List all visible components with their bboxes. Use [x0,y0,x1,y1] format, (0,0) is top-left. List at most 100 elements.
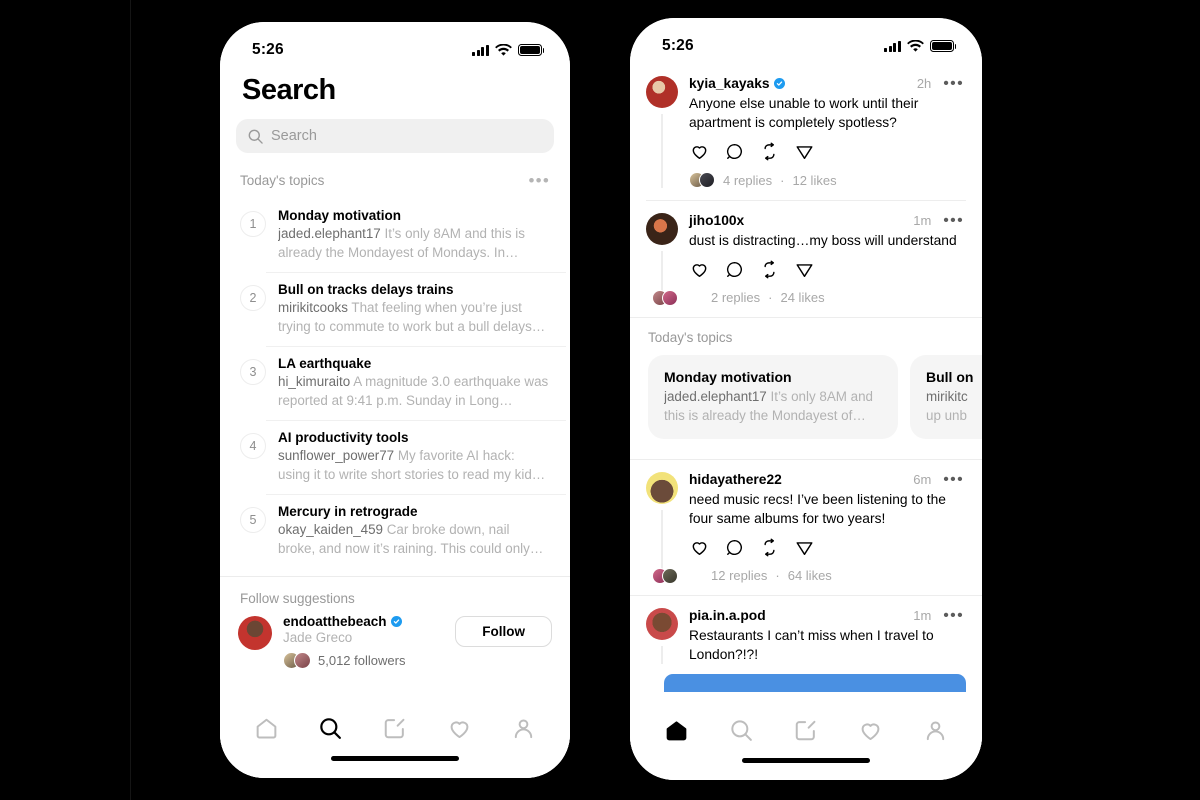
post-item[interactable]: jiho100x 1m ••• dust is distracting…my b… [630,201,982,311]
tab-profile[interactable] [914,710,958,750]
reply-count[interactable]: 12 replies [711,568,767,583]
reply-count[interactable]: 4 replies [723,173,772,188]
tab-activity[interactable] [437,708,481,748]
post-username[interactable]: jiho100x [689,213,744,228]
share-button[interactable] [794,537,815,558]
post-username[interactable]: kyia_kayaks [689,76,770,91]
topic-card[interactable]: Bull on mirikitc up unb [910,355,982,439]
post-more-icon[interactable]: ••• [943,212,964,228]
post-meta: 2 replies · 24 likes [652,289,964,306]
tab-compose[interactable] [373,708,417,748]
topic-title: LA earthquake [278,356,372,371]
more-options-icon[interactable]: ••• [529,172,550,189]
follow-button[interactable]: Follow [455,616,552,647]
post-actions [689,259,964,280]
repost-button[interactable] [759,259,780,280]
comment-icon [726,143,742,159]
reply-button[interactable] [724,259,745,280]
post-item[interactable]: hidayathere22 6m ••• need music recs! I’… [630,460,982,589]
status-icons [472,43,545,57]
search-placeholder: Search [271,128,317,144]
heart-icon [692,542,707,555]
topic-row[interactable]: 5 Mercury in retrograde okay_kaiden_459 … [224,494,566,568]
post-more-icon[interactable]: ••• [943,471,964,487]
post-timestamp: 1m [913,213,932,228]
topic-row[interactable]: 4 AI productivity tools sunflower_power7… [224,420,566,494]
topic-rank: 3 [240,359,266,385]
post-more-icon[interactable]: ••• [943,607,964,623]
status-time: 5:26 [252,41,284,58]
topic-row[interactable]: 1 Monday motivation jaded.elephant17 It’… [224,198,566,272]
tab-compose[interactable] [784,710,828,750]
post-text: Restaurants I can’t miss when I travel t… [689,628,934,662]
heart-icon [692,264,707,277]
search-input[interactable]: Search [236,119,554,153]
screen-search: 5:26 Search Search Today's topics ••• 1 [220,22,570,778]
tab-home[interactable] [654,710,698,750]
cellular-signal-icon [472,44,489,56]
like-button[interactable] [689,259,710,280]
reply-count[interactable]: 2 replies [711,290,760,305]
compose-icon [385,718,405,738]
tab-home[interactable] [244,708,288,748]
wifi-icon [907,39,924,52]
tab-activity[interactable] [849,710,893,750]
like-count[interactable]: 24 likes [780,290,824,305]
thread-line [661,114,663,188]
like-button[interactable] [689,141,710,162]
tab-search[interactable] [309,708,353,748]
post-username[interactable]: pia.in.a.pod [689,608,766,623]
tab-profile[interactable] [502,708,546,748]
topic-card-username: mirikitc [926,389,968,404]
page-title: Search [242,74,336,106]
repost-button[interactable] [759,537,780,558]
status-time: 5:26 [662,37,694,54]
tab-search[interactable] [719,710,763,750]
share-icon [796,542,813,556]
topic-list: 1 Monday motivation jaded.elephant17 It’… [220,198,570,568]
avatar[interactable] [238,616,272,650]
reply-button[interactable] [724,141,745,162]
home-icon [256,718,277,738]
topic-card[interactable]: Monday motivation jaded.elephant17 It’s … [648,355,898,439]
topic-title: Monday motivation [278,208,402,223]
avatar[interactable] [646,213,678,245]
followers-row: 5,012 followers [283,652,444,669]
status-bar-right: 5:26 [630,18,982,64]
search-icon [320,717,342,739]
post-text: need music recs! I’ve been listening to … [689,492,946,526]
like-count[interactable]: 12 likes [792,173,836,188]
post-timestamp: 6m [913,472,932,487]
backdrop-edge-line [130,0,131,800]
share-button[interactable] [794,259,815,280]
avatar[interactable] [646,472,678,504]
post-timestamp: 1m [913,608,932,623]
topic-row[interactable]: 2 Bull on tracks delays trains mirikitco… [224,272,566,346]
post-actions [689,537,964,558]
reply-button[interactable] [724,537,745,558]
share-button[interactable] [794,141,815,162]
avatar[interactable] [646,76,678,108]
post-header: kyia_kayaks 2h ••• [689,75,964,91]
repliers-facepile [652,567,678,584]
follow-suggestion-row[interactable]: endoatthebeach Jade Greco 5,012 follower… [220,614,570,669]
post-username[interactable]: hidayathere22 [689,472,782,487]
topic-card-username: jaded.elephant17 [664,389,767,404]
topic-row[interactable]: 3 LA earthquake hi_kimuraito A magnitude… [224,346,566,420]
verified-badge-icon [773,78,785,89]
tab-bar-right [630,702,982,758]
topic-snippet: mirikitcooks That feeling when you’re ju… [278,299,550,336]
topic-card-snippet: jaded.elephant17 It’s only 8AM and this … [664,388,882,425]
avatar[interactable] [646,608,678,640]
repost-button[interactable] [759,141,780,162]
post-item[interactable]: pia.in.a.pod 1m ••• Restaurants I can’t … [630,596,982,670]
topic-username: okay_kaiden_459 [278,522,383,537]
post-item[interactable]: kyia_kayaks 2h ••• Anyone else unable to… [630,64,982,194]
compose-highlight-bar[interactable] [664,674,966,692]
like-count[interactable]: 64 likes [788,568,832,583]
like-button[interactable] [689,537,710,558]
todays-topics-strip: Today's topics Monday motivation jaded.e… [630,318,982,453]
post-more-icon[interactable]: ••• [943,75,964,91]
home-indicator [630,758,982,780]
